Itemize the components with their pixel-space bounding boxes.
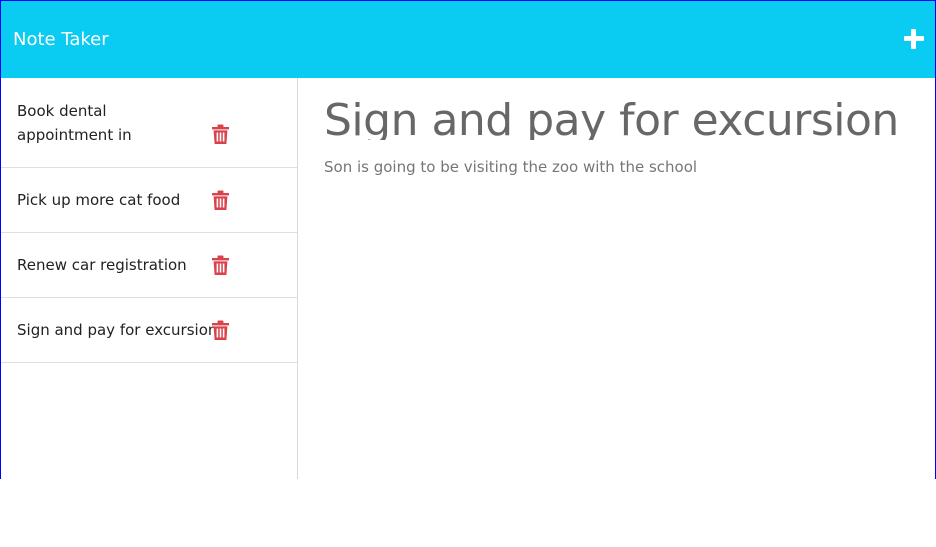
note-text-area[interactable]: Son is going to be visiting the zoo with… [324,157,909,177]
plus-icon-bar-vertical [911,29,916,49]
trash-icon[interactable] [212,255,229,275]
note-list-title[interactable]: Sign and pay for excursion [17,318,217,342]
brand-title[interactable]: Note Taker [13,29,109,50]
list-item[interactable]: Sign and pay for excursion [1,298,297,363]
list-item[interactable]: Pick up more cat food [1,168,297,233]
trash-icon[interactable] [212,320,229,340]
note-list-title[interactable]: Book dental appointment in [17,99,207,147]
plus-icon[interactable] [902,27,926,51]
note-title-input[interactable]: Sign and pay for excursion [324,94,909,140]
note-list-title[interactable]: Pick up more cat food [17,188,207,212]
app-window: Note Taker Book dental appointment in Pi… [0,0,936,479]
trash-icon[interactable] [212,124,229,144]
list-item[interactable]: Renew car registration [1,233,297,298]
notes-list: Book dental appointment in Pick up more … [1,78,298,479]
note-list-title[interactable]: Renew car registration [17,253,207,277]
navbar: Note Taker [1,1,935,78]
trash-icon[interactable] [212,190,229,210]
note-editor: Sign and pay for excursion Son is going … [298,78,935,479]
list-item[interactable]: Book dental appointment in [1,78,297,168]
